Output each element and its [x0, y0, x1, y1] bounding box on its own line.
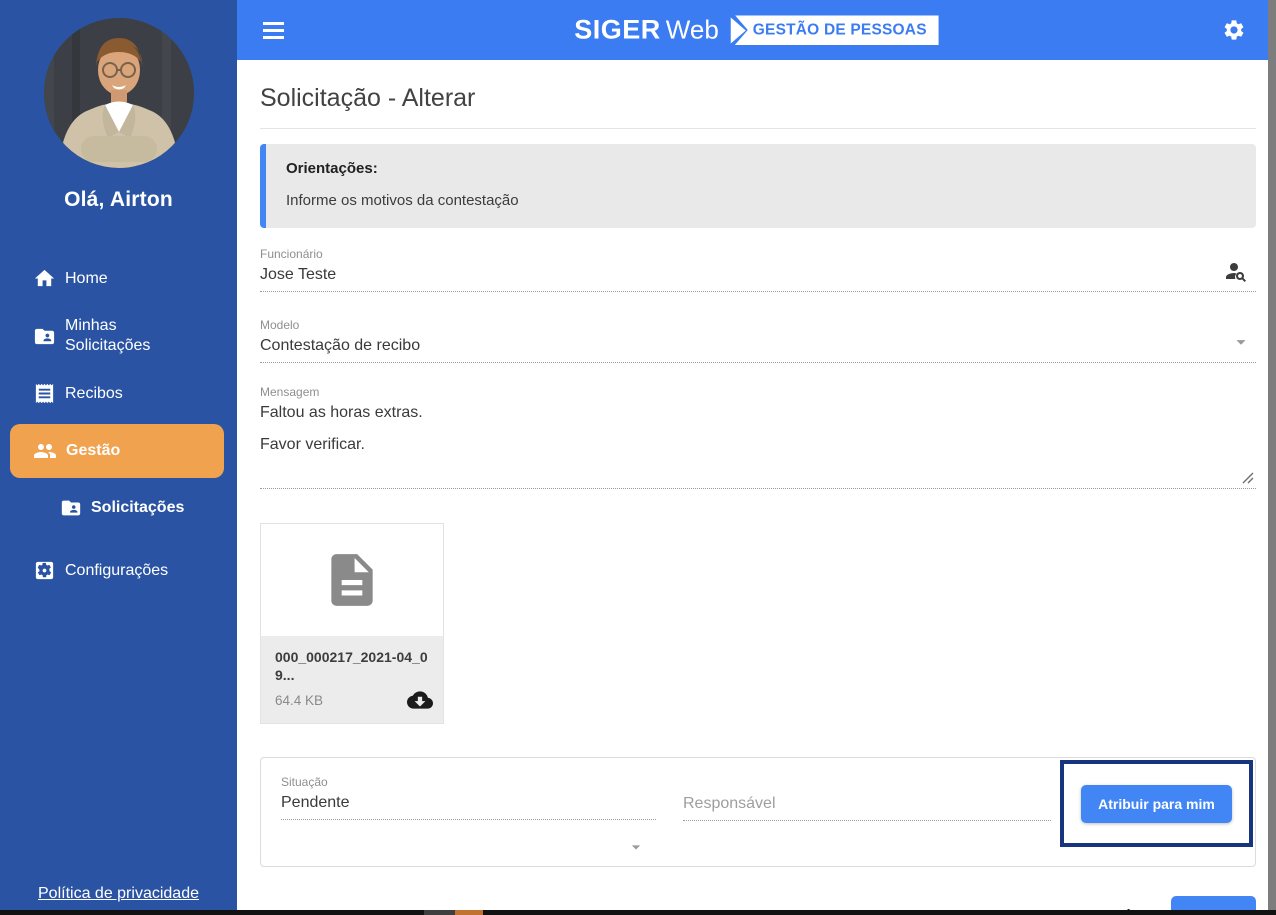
person-search-icon[interactable]	[1224, 259, 1248, 283]
cloud-download-icon[interactable]	[407, 687, 433, 713]
folder-shared-icon	[33, 325, 56, 348]
sidebar-nav: Home Minhas Solicitações Recibos Gestão	[0, 258, 237, 591]
tutorial-highlight-box: Atribuir para mim	[1060, 760, 1253, 847]
avatar	[43, 18, 194, 168]
document-icon	[321, 549, 383, 611]
app-logo: SIGER Web GESTÃO DE PESSOAS	[574, 14, 939, 46]
sidebar-item-label: Configurações	[65, 561, 169, 579]
sidebar-item-configuracoes[interactable]: Configurações	[0, 550, 237, 591]
people-icon	[33, 439, 57, 463]
mensagem-label: Mensagem	[260, 385, 320, 399]
folder-shared-icon	[60, 497, 82, 519]
sidebar-item-home[interactable]: Home	[0, 258, 237, 299]
sidebar-item-label: Solicitações	[91, 499, 185, 516]
mensagem-line: Favor verificar.	[260, 436, 365, 453]
guidance-text: Informe os motivos da contestação	[286, 192, 519, 209]
gear-icon[interactable]	[1222, 18, 1246, 42]
user-greeting: Olá, Airton	[64, 188, 173, 211]
settings-applications-icon	[33, 559, 56, 582]
funcionario-field[interactable]: Funcionário Jose Teste	[260, 247, 1256, 292]
responsavel-input[interactable]	[683, 790, 1051, 821]
attachment-footer: 000_000217_2021-04_09... 64.4 KB	[261, 636, 443, 723]
attachment-size: 64.4 KB	[275, 692, 324, 708]
page-content: Solicitação - Alterar Orientações: Infor…	[237, 60, 1276, 915]
attachment-card[interactable]: 000_000217_2021-04_09... 64.4 KB	[260, 523, 444, 724]
page-title: Solicitação - Alterar	[260, 84, 476, 112]
modelo-select[interactable]: Modelo Contestação de recibo	[260, 318, 1256, 363]
sidebar: Olá, Airton Home Minhas Solicitações Rec…	[0, 0, 237, 915]
top-app-bar: SIGER Web GESTÃO DE PESSOAS	[237, 0, 1276, 60]
modelo-value[interactable]: Contestação de recibo	[260, 332, 1256, 363]
vertical-scrollbar[interactable]	[1268, 0, 1276, 915]
taskbar-segment	[424, 910, 455, 915]
chevron-down-icon[interactable]	[1230, 331, 1252, 353]
sidebar-item-label: Recibos	[65, 384, 123, 402]
attachment-filename: 000_000217_2021-04_09...	[275, 649, 428, 683]
sidebar-item-recibos[interactable]: Recibos	[0, 373, 237, 414]
situacao-label: Situação	[281, 775, 328, 789]
responsavel-field[interactable]	[683, 775, 1051, 866]
resize-handle-icon[interactable]	[1242, 472, 1254, 484]
guidance-box: Orientações: Informe os motivos da conte…	[260, 144, 1256, 228]
chevron-down-icon[interactable]	[626, 837, 646, 857]
taskbar-edge	[0, 910, 1276, 915]
title-divider	[260, 128, 1256, 129]
funcionario-label: Funcionário	[260, 247, 323, 261]
sidebar-item-label: Home	[65, 269, 108, 287]
logo-badge: GESTÃO DE PESSOAS	[734, 15, 939, 45]
situacao-value[interactable]: Pendente	[281, 789, 656, 820]
main-area: SIGER Web GESTÃO DE PESSOAS Solicitação …	[237, 0, 1276, 915]
assignment-section: Situação Pendente Atribuir para mim	[260, 757, 1256, 867]
mensagem-value[interactable]: Faltou as horas extras. Favor verificar.	[260, 399, 1256, 489]
situacao-select[interactable]: Situação Pendente	[281, 775, 656, 866]
sidebar-item-minhas-solicitacoes[interactable]: Minhas Solicitações	[0, 307, 210, 365]
taskbar-segment	[455, 910, 483, 915]
receipt-icon	[33, 382, 56, 405]
mensagem-textarea[interactable]: Mensagem Faltou as horas extras. Favor v…	[260, 385, 1256, 489]
logo-web-text: Web	[665, 14, 719, 45]
sidebar-item-label: Minhas Solicitações	[65, 317, 151, 354]
mensagem-line: Faltou as horas extras.	[260, 404, 423, 421]
sidebar-item-label: Gestão	[66, 442, 121, 459]
menu-icon[interactable]	[263, 21, 284, 39]
avatar-photo	[43, 18, 194, 168]
logo-siger-text: SIGER	[574, 14, 661, 45]
funcionario-value[interactable]: Jose Teste	[260, 261, 1256, 292]
sidebar-item-gestao[interactable]: Gestão	[10, 424, 224, 478]
attachment-preview	[261, 524, 443, 636]
assign-to-me-button[interactable]: Atribuir para mim	[1081, 784, 1232, 823]
sidebar-item-solicitacoes[interactable]: Solicitações	[0, 488, 237, 528]
guidance-title: Orientações:	[286, 160, 378, 177]
modelo-label: Modelo	[260, 318, 300, 332]
privacy-policy-link[interactable]: Política de privacidade	[0, 885, 237, 903]
app-window: Olá, Airton Home Minhas Solicitações Rec…	[0, 0, 1276, 915]
home-icon	[33, 267, 56, 290]
